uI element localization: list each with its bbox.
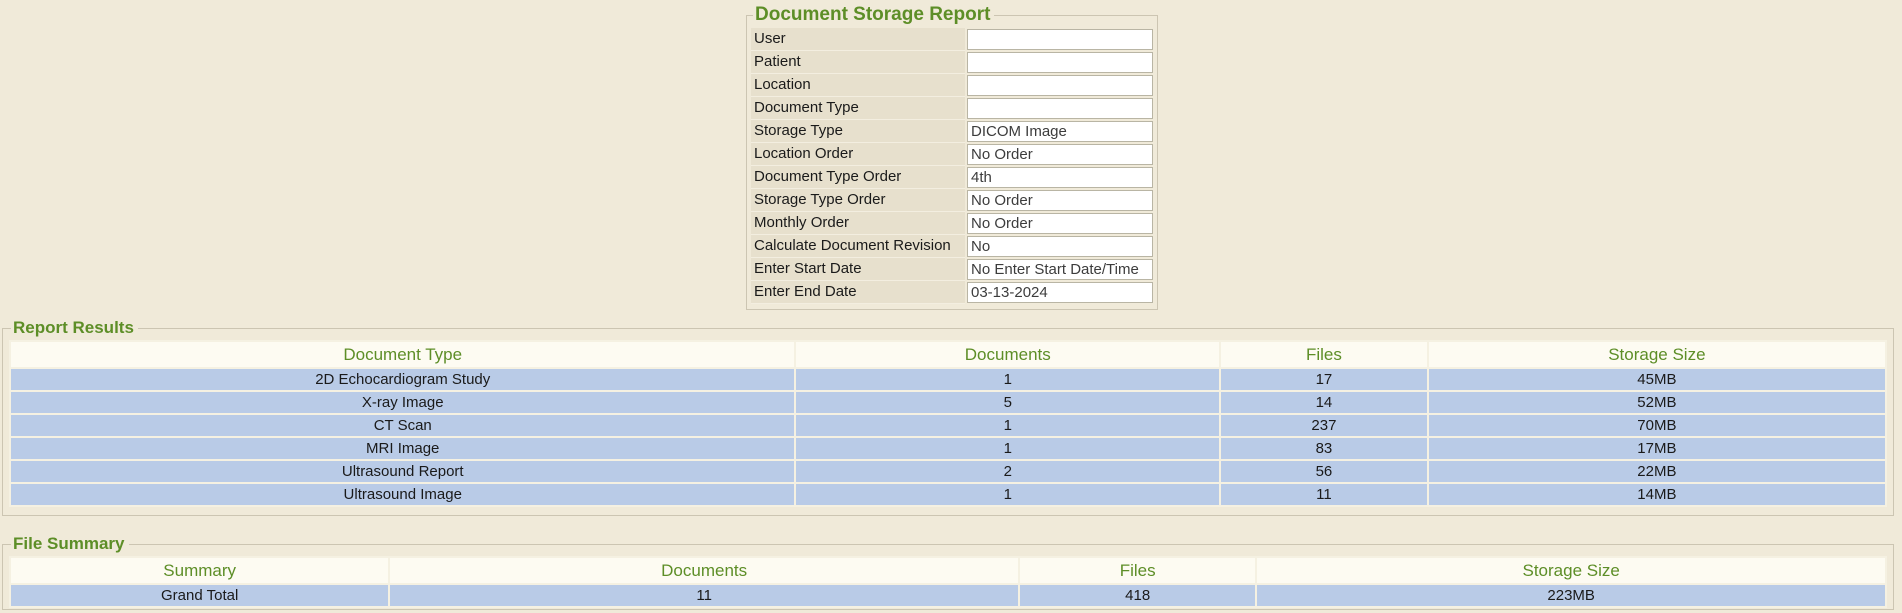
table-row-cell: 22MB <box>1429 461 1885 482</box>
user-label: User <box>751 28 965 51</box>
form-row: Calculate Document Revision No <box>751 235 1153 258</box>
file-summary-title: File Summary <box>11 534 129 554</box>
column-header-document-type: Document Type <box>11 342 794 367</box>
column-header-files: Files <box>1221 342 1427 367</box>
location-order-field[interactable]: No Order <box>967 144 1153 165</box>
table-row-cell: 45MB <box>1429 369 1885 390</box>
storage-type-order-field[interactable]: No Order <box>967 190 1153 211</box>
table-row-cell: X-ray Image <box>11 392 794 413</box>
form-row: Location <box>751 74 1153 97</box>
table-row-cell: 1 <box>796 369 1219 390</box>
table-row-cell: 70MB <box>1429 415 1885 436</box>
monthly-order-field[interactable]: No Order <box>967 213 1153 234</box>
column-header-files: Files <box>1020 558 1255 583</box>
table-row-cell: 11 <box>1221 484 1427 505</box>
form-row: Monthly Order No Order <box>751 212 1153 235</box>
form-row: User <box>751 28 1153 51</box>
table-row-cell: 1 <box>796 438 1219 459</box>
table-row-cell: 14MB <box>1429 484 1885 505</box>
form-row: Storage Type DICOM Image <box>751 120 1153 143</box>
grand-total-cell: 418 <box>1020 585 1255 606</box>
table-row-cell: 5 <box>796 392 1219 413</box>
grand-total-cell: Grand Total <box>11 585 388 606</box>
user-field[interactable] <box>967 29 1153 50</box>
table-row-cell: 56 <box>1221 461 1427 482</box>
table-row-cell: Ultrasound Report <box>11 461 794 482</box>
document-type-order-label: Document Type Order <box>751 166 965 189</box>
table-row-cell: 17MB <box>1429 438 1885 459</box>
form-row: Location Order No Order <box>751 143 1153 166</box>
table-row-cell: Ultrasound Image <box>11 484 794 505</box>
column-header-documents: Documents <box>390 558 1018 583</box>
calculate-document-revision-field[interactable]: No <box>967 236 1153 257</box>
storage-type-label: Storage Type <box>751 120 965 143</box>
calculate-document-revision-label: Calculate Document Revision <box>751 235 965 258</box>
table-row-cell: 52MB <box>1429 392 1885 413</box>
file-summary-table: Summary Documents Files Storage Size Gra… <box>9 556 1887 608</box>
monthly-order-label: Monthly Order <box>751 212 965 235</box>
table-row-cell: 2 <box>796 461 1219 482</box>
patient-label: Patient <box>751 51 965 74</box>
report-results-table: Document Type Documents Files Storage Si… <box>9 340 1887 507</box>
form-row: Enter End Date 03-13-2024 <box>751 281 1153 304</box>
table-row-cell: MRI Image <box>11 438 794 459</box>
grand-total-cell: 223MB <box>1257 585 1885 606</box>
enter-start-date-label: Enter Start Date <box>751 258 965 281</box>
location-order-label: Location Order <box>751 143 965 166</box>
panel-title: Document Storage Report <box>753 4 994 26</box>
patient-field[interactable] <box>967 52 1153 73</box>
document-type-label: Document Type <box>751 97 965 120</box>
table-row-cell: CT Scan <box>11 415 794 436</box>
table-row-cell: 237 <box>1221 415 1427 436</box>
column-header-summary: Summary <box>11 558 388 583</box>
grand-total-cell: 11 <box>390 585 1018 606</box>
enter-end-date-field[interactable]: 03-13-2024 <box>967 282 1153 303</box>
form-row: Document Type <box>751 97 1153 120</box>
location-field[interactable] <box>967 75 1153 96</box>
table-row-cell: 83 <box>1221 438 1427 459</box>
document-storage-report-panel: Document Storage Report User Patient Loc… <box>746 4 1158 310</box>
file-summary-panel: File Summary Summary Documents Files Sto… <box>2 534 1894 610</box>
table-row-cell: 1 <box>796 415 1219 436</box>
form-row: Patient <box>751 51 1153 74</box>
column-header-storage-size: Storage Size <box>1257 558 1885 583</box>
enter-start-date-field[interactable]: No Enter Start Date/Time <box>967 259 1153 280</box>
form-row: Enter Start Date No Enter Start Date/Tim… <box>751 258 1153 281</box>
form-row: Storage Type Order No Order <box>751 189 1153 212</box>
form-row: Document Type Order 4th <box>751 166 1153 189</box>
document-type-order-field[interactable]: 4th <box>967 167 1153 188</box>
table-row-cell: 2D Echocardiogram Study <box>11 369 794 390</box>
report-results-panel: Report Results Document Type Documents F… <box>2 318 1894 516</box>
column-header-storage-size: Storage Size <box>1429 342 1885 367</box>
table-row-cell: 1 <box>796 484 1219 505</box>
table-row-cell: 17 <box>1221 369 1427 390</box>
enter-end-date-label: Enter End Date <box>751 281 965 304</box>
column-header-documents: Documents <box>796 342 1219 367</box>
table-row-cell: 14 <box>1221 392 1427 413</box>
report-results-title: Report Results <box>11 318 138 338</box>
location-label: Location <box>751 74 965 97</box>
storage-type-field[interactable]: DICOM Image <box>967 121 1153 142</box>
storage-type-order-label: Storage Type Order <box>751 189 965 212</box>
document-type-field[interactable] <box>967 98 1153 119</box>
